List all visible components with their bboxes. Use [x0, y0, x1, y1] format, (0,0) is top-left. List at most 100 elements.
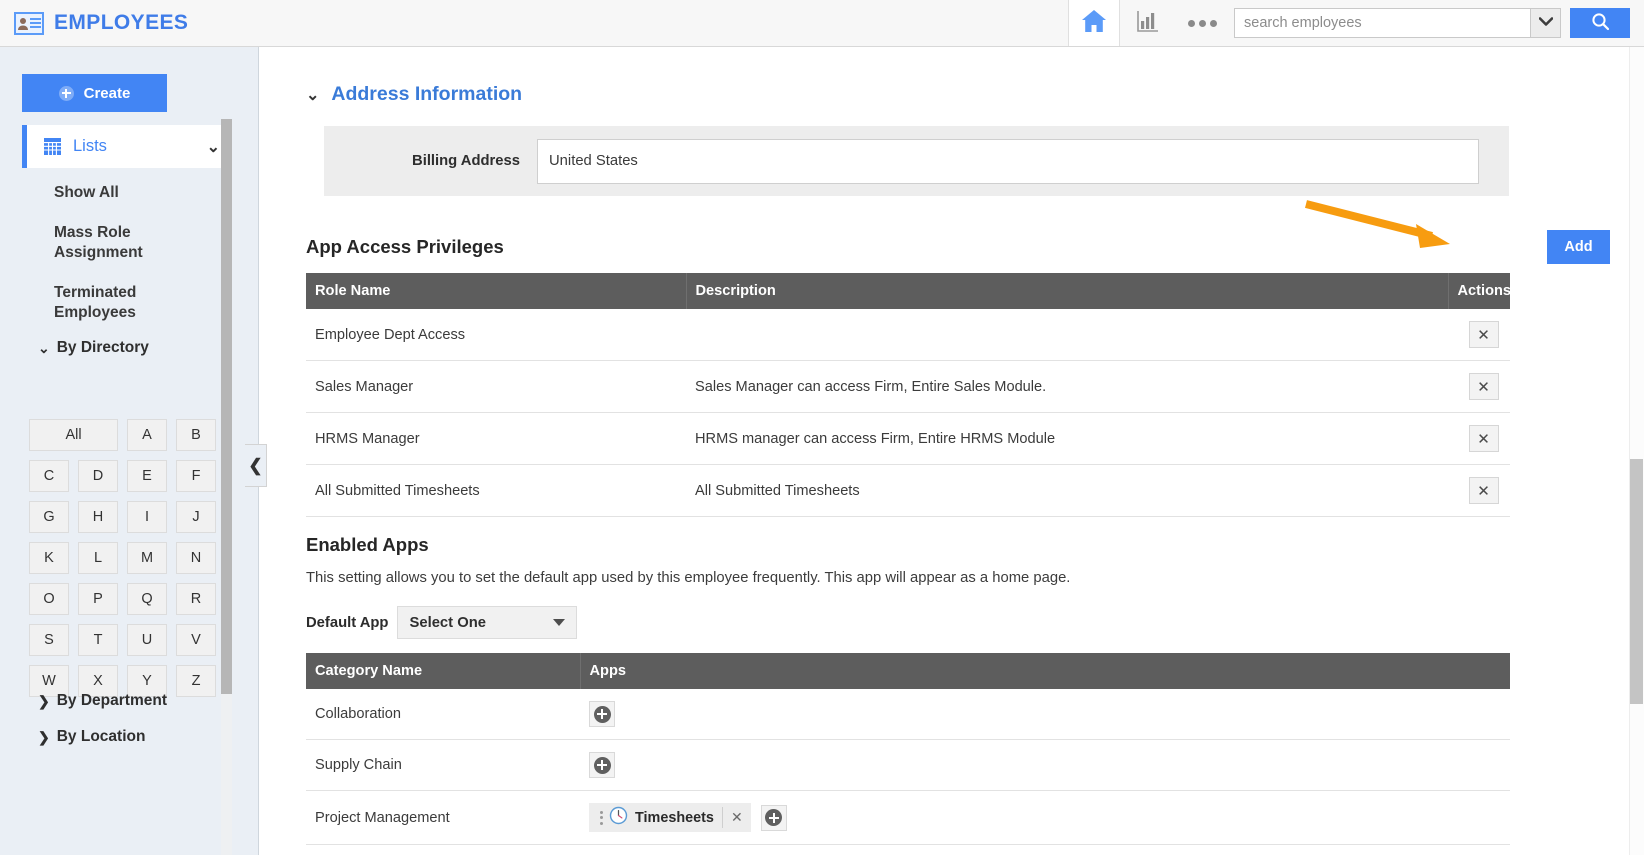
- billing-address-field[interactable]: United States: [537, 139, 1479, 184]
- alpha-button-r[interactable]: R: [176, 583, 216, 615]
- sidebar-item-show-all[interactable]: Show All: [54, 183, 204, 203]
- app-access-privileges-title: App Access Privileges: [306, 236, 1644, 258]
- app-access-privileges-table: Role Name Description Actions Employee D…: [306, 273, 1510, 517]
- alpha-row: O P Q R: [29, 583, 221, 615]
- sidebar-group-by-location-label: By Location: [57, 728, 146, 746]
- alpha-button-h[interactable]: H: [78, 501, 118, 533]
- sidebar-item-mass-role-assignment[interactable]: Mass Role Assignment: [54, 223, 204, 263]
- page-scrollbar-thumb[interactable]: [1630, 459, 1643, 704]
- alpha-button-e[interactable]: E: [127, 460, 167, 492]
- column-apps: Apps: [580, 653, 1510, 689]
- app-chip-timesheets[interactable]: Timesheets ✕: [589, 803, 751, 832]
- chevron-left-icon: ❮: [248, 456, 262, 476]
- column-actions: Actions: [1448, 273, 1510, 309]
- app-chip-label: Timesheets: [635, 810, 714, 826]
- reports-button[interactable]: [1120, 0, 1175, 47]
- page-title: EMPLOYEES: [54, 11, 188, 35]
- remove-role-button[interactable]: ✕: [1469, 477, 1499, 504]
- alpha-button-c[interactable]: C: [29, 460, 69, 492]
- add-app-button[interactable]: [589, 752, 615, 778]
- cell-actions: ✕: [1448, 413, 1510, 465]
- cell-actions: ✕: [1448, 361, 1510, 413]
- chevron-right-icon: ❯: [38, 693, 50, 710]
- page-scrollbar-track[interactable]: [1629, 47, 1644, 855]
- sidebar-group-by-directory[interactable]: ⌄ By Directory: [38, 339, 149, 357]
- alpha-button-a[interactable]: A: [127, 419, 167, 451]
- search-input[interactable]: [1234, 8, 1530, 38]
- default-app-select[interactable]: Select One: [397, 606, 577, 639]
- alpha-button-f[interactable]: F: [176, 460, 216, 492]
- sidebar-group-by-department[interactable]: ❯ By Department: [38, 692, 167, 710]
- column-description: Description: [686, 273, 1448, 309]
- more-button[interactable]: [1175, 0, 1230, 47]
- alpha-button-k[interactable]: K: [29, 542, 69, 574]
- search-bar: [1234, 8, 1644, 38]
- grid-icon: [44, 138, 61, 155]
- address-information-title: Address Information: [331, 83, 522, 106]
- alpha-button-t[interactable]: T: [78, 624, 118, 656]
- main-content: ⌄ Address Information Billing Address Un…: [260, 47, 1644, 855]
- alpha-button-q[interactable]: Q: [127, 583, 167, 615]
- search-icon: [1591, 12, 1610, 34]
- create-button[interactable]: Create: [22, 74, 167, 112]
- add-app-button[interactable]: [589, 701, 615, 727]
- alpha-button-p[interactable]: P: [78, 583, 118, 615]
- alpha-row: All A B: [29, 419, 221, 451]
- table-header-row: Role Name Description Actions: [306, 273, 1510, 309]
- add-button[interactable]: Add: [1547, 230, 1610, 264]
- table-row: Collaboration: [306, 689, 1510, 740]
- sidebar-collapse-button[interactable]: ❮: [245, 444, 267, 487]
- alpha-button-j[interactable]: J: [176, 501, 216, 533]
- search-scope-dropdown[interactable]: [1530, 8, 1561, 38]
- alpha-button-n[interactable]: N: [176, 542, 216, 574]
- cell-apps: [580, 689, 1510, 740]
- remove-app-button[interactable]: ✕: [722, 807, 751, 828]
- enabled-apps-title: Enabled Apps: [306, 534, 1644, 556]
- directory-alpha-filter: All A B C D E F G H I J K L M N O P Q R: [29, 419, 221, 706]
- alpha-row: K L M N: [29, 542, 221, 574]
- alpha-button-z[interactable]: Z: [176, 665, 216, 697]
- billing-address-panel: Billing Address United States: [324, 126, 1509, 196]
- add-app-button[interactable]: [761, 805, 787, 831]
- alpha-button-m[interactable]: M: [127, 542, 167, 574]
- sidebar-item-lists[interactable]: Lists ⌄: [22, 125, 230, 168]
- sidebar-item-lists-label: Lists: [73, 137, 107, 156]
- alpha-button-o[interactable]: O: [29, 583, 69, 615]
- address-information-header[interactable]: ⌄ Address Information: [306, 83, 1644, 106]
- search-button[interactable]: [1570, 8, 1630, 38]
- column-category-name: Category Name: [306, 653, 580, 689]
- alpha-button-s[interactable]: S: [29, 624, 69, 656]
- alpha-button-g[interactable]: G: [29, 501, 69, 533]
- drag-handle-icon[interactable]: [594, 811, 609, 825]
- billing-address-label: Billing Address: [324, 153, 520, 169]
- alpha-button-d[interactable]: D: [78, 460, 118, 492]
- top-bar-actions: [1068, 0, 1644, 47]
- clock-icon: [609, 806, 628, 829]
- alpha-button-v[interactable]: V: [176, 624, 216, 656]
- table-row: HRMS Manager HRMS manager can access Fir…: [306, 413, 1510, 465]
- alpha-button-i[interactable]: I: [127, 501, 167, 533]
- alpha-row: C D E F: [29, 460, 221, 492]
- default-app-label: Default App: [306, 615, 388, 631]
- alpha-button-all[interactable]: All: [29, 419, 118, 451]
- alpha-button-u[interactable]: U: [127, 624, 167, 656]
- alpha-button-l[interactable]: L: [78, 542, 118, 574]
- remove-role-button[interactable]: ✕: [1469, 321, 1499, 348]
- default-app-selected-value: Select One: [409, 615, 485, 631]
- table-row: Employee Dept Access ✕: [306, 309, 1510, 361]
- sidebar-group-by-location[interactable]: ❯ By Location: [38, 728, 145, 746]
- remove-role-button[interactable]: ✕: [1469, 373, 1499, 400]
- table-row: CRM: [306, 845, 1510, 855]
- sidebar-scrollbar-thumb[interactable]: [221, 119, 232, 694]
- bar-chart-icon: [1136, 9, 1160, 38]
- remove-role-button[interactable]: ✕: [1469, 425, 1499, 452]
- sidebar-group-by-directory-label: By Directory: [57, 339, 149, 357]
- brand: EMPLOYEES: [0, 11, 188, 35]
- table-header-row: Category Name Apps: [306, 653, 1510, 689]
- sidebar-item-terminated-employees[interactable]: Terminated Employees: [54, 283, 204, 323]
- column-role-name: Role Name: [306, 273, 686, 309]
- chevron-down-icon: ⌄: [38, 340, 50, 357]
- home-button[interactable]: [1068, 0, 1120, 46]
- alpha-button-b[interactable]: B: [176, 419, 216, 451]
- cell-description: Sales Manager can access Firm, Entire Sa…: [686, 361, 1448, 413]
